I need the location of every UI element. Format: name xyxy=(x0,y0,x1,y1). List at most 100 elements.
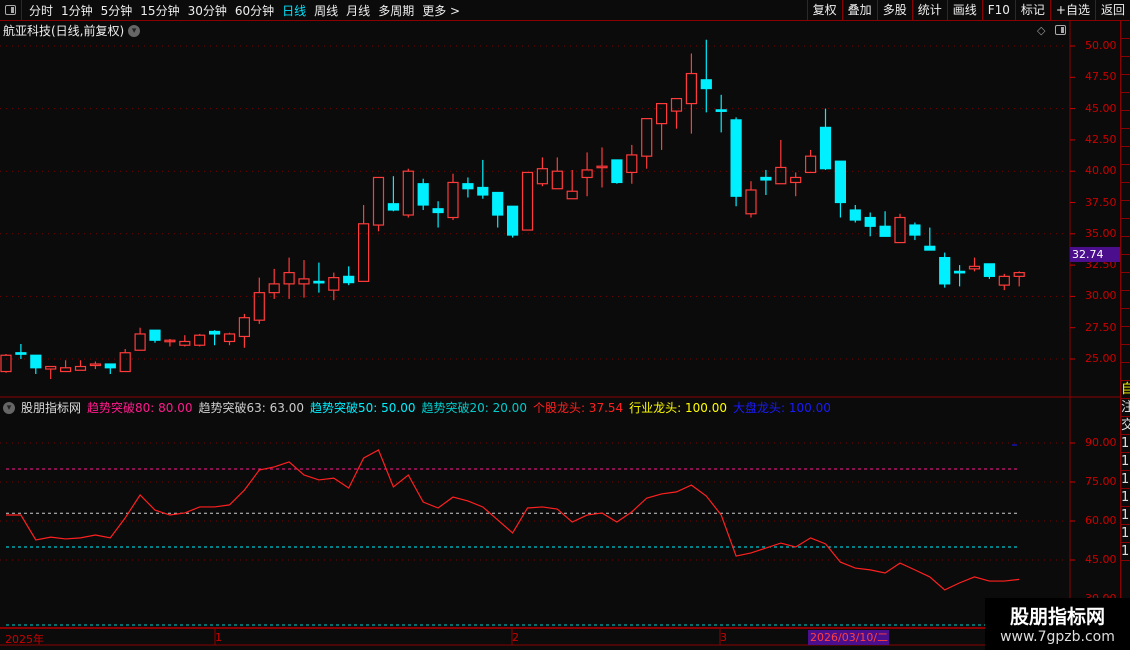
candle-body xyxy=(864,216,876,227)
panel-toggle-button[interactable] xyxy=(0,0,22,21)
candle-body xyxy=(924,245,936,251)
watermark-title: 股朋指标网 xyxy=(1009,606,1105,628)
side-cell xyxy=(1121,39,1130,57)
candle-body xyxy=(358,223,370,282)
toolbar-button[interactable]: 多股 xyxy=(876,0,912,21)
candle-body xyxy=(253,292,265,321)
side-cell: 1 xyxy=(1121,544,1130,561)
candle-body xyxy=(283,272,295,285)
candle-body xyxy=(909,224,921,236)
candle-body xyxy=(45,365,57,370)
candle-body xyxy=(551,170,563,190)
candle-body xyxy=(745,189,757,215)
candle-body xyxy=(30,354,42,369)
toolbar-button[interactable]: 叠加 xyxy=(841,0,877,21)
toolbar-button[interactable]: +自选 xyxy=(1049,0,1095,21)
candle-body xyxy=(1013,272,1025,277)
chevron-down-icon[interactable]: ▾ xyxy=(128,24,141,37)
period-tab[interactable]: 分时 xyxy=(25,2,57,19)
side-cell: 1 xyxy=(1121,436,1130,453)
side-cell xyxy=(1121,309,1130,327)
price-tick: 37.50 xyxy=(1085,195,1117,209)
side-cell: 1 xyxy=(1121,454,1130,471)
chart-canvas[interactable] xyxy=(0,0,1130,650)
side-cell xyxy=(1121,111,1130,129)
side-cell xyxy=(1121,165,1130,183)
candle-body xyxy=(492,191,504,216)
candle-body xyxy=(328,277,340,291)
candle-body xyxy=(670,97,683,112)
price-tick: 35.00 xyxy=(1085,226,1117,240)
legend-item: 个股龙头: 37.54 xyxy=(532,401,624,415)
period-tab[interactable]: 60分钟 xyxy=(231,2,278,19)
candle-body xyxy=(968,265,981,270)
chevron-down-icon[interactable]: ▾ xyxy=(3,401,15,414)
date-label: 1 xyxy=(215,631,222,644)
candle-body xyxy=(0,354,12,373)
candle-body xyxy=(730,119,742,197)
candle-body xyxy=(209,330,221,335)
candle-body xyxy=(119,352,131,373)
toolbar-button[interactable]: 复权 xyxy=(806,0,842,21)
candle-body xyxy=(477,186,489,196)
side-cell xyxy=(1121,21,1130,39)
sub-indicator-legend: ▾ 股朋指标网 趋势突破80: 80.00 趋势突破63: 63.00 趋势突破50… xyxy=(3,399,831,416)
diamond-icon[interactable]: ◇ xyxy=(1037,24,1045,37)
candle-body xyxy=(566,190,578,200)
candle-body xyxy=(700,79,712,90)
date-label: 3 xyxy=(720,631,727,644)
period-tab[interactable]: 15分钟 xyxy=(136,2,183,19)
toolbar-button[interactable]: F10 xyxy=(981,0,1015,21)
toolbar-button[interactable]: 返回 xyxy=(1094,0,1130,21)
side-cell xyxy=(1121,183,1130,201)
panel-icon xyxy=(5,5,16,15)
side-cell: 1 xyxy=(1121,490,1130,507)
candle-body xyxy=(775,166,787,185)
candle-body xyxy=(149,329,161,341)
candle-body xyxy=(685,72,698,105)
side-cell xyxy=(1121,237,1130,255)
panel-icon[interactable] xyxy=(1055,25,1066,35)
side-info-column: 自注交1111111 xyxy=(1120,21,1130,649)
candle-body xyxy=(655,102,668,125)
indicator-name[interactable]: 股朋指标网 xyxy=(21,399,81,416)
toolbar-button[interactable]: 标记 xyxy=(1014,0,1050,21)
period-tab[interactable]: 30分钟 xyxy=(184,2,231,19)
side-cell xyxy=(1121,219,1130,237)
candle-body xyxy=(790,176,802,184)
date-label: 2025年 xyxy=(5,633,44,646)
price-tick: 27.50 xyxy=(1085,320,1117,334)
period-tab[interactable]: 1分钟 xyxy=(57,2,97,19)
stock-title-text: 航亚科技(日线,前复权) xyxy=(3,24,125,38)
candle-body xyxy=(536,168,549,185)
side-cell xyxy=(1121,75,1130,93)
candle-body xyxy=(372,176,385,226)
period-tab[interactable]: 更多 > xyxy=(418,2,464,19)
side-cell xyxy=(1121,57,1130,75)
price-tick: 45.00 xyxy=(1085,101,1117,115)
legend-item: 趋势突破50: 50.00 xyxy=(309,401,416,415)
stock-title[interactable]: 航亚科技(日线,前复权) ▾ xyxy=(3,22,141,39)
toolbar-button[interactable]: 统计 xyxy=(911,0,947,21)
candle-body xyxy=(939,256,951,285)
watermark-url: www.7gpzb.com xyxy=(1000,629,1115,645)
period-tab[interactable]: 周线 xyxy=(310,2,342,19)
side-cell: 1 xyxy=(1121,508,1130,525)
side-cell xyxy=(1121,129,1130,147)
period-tab[interactable]: 多周期 xyxy=(374,2,418,19)
period-toolbar: 分时 1分钟 5分钟 15分钟 30分钟 60分钟 日线 周线 月线 多周期 更多 > 复权 叠加 多股… xyxy=(0,0,1130,21)
period-tab[interactable]: 日线 xyxy=(278,2,310,19)
toolbar-button[interactable]: 画线 xyxy=(946,0,982,21)
side-cell: 1 xyxy=(1121,472,1130,489)
price-tick: 50.00 xyxy=(1085,39,1117,52)
price-tick: 25.00 xyxy=(1085,352,1117,365)
side-cell: 交 xyxy=(1121,417,1130,435)
period-tab[interactable]: 5分钟 xyxy=(97,2,137,19)
period-tab[interactable]: 月线 xyxy=(342,2,374,19)
candle-body xyxy=(462,183,474,190)
current-price-tag: 32.74 xyxy=(1070,247,1120,262)
legend-item: 趋势突破20: 20.00 xyxy=(421,401,527,415)
candle-body xyxy=(223,333,236,343)
legend-item: 趋势突破80: 80.00 xyxy=(87,401,193,415)
watermark: 股朋指标网 www.7gpzb.com xyxy=(985,598,1130,650)
